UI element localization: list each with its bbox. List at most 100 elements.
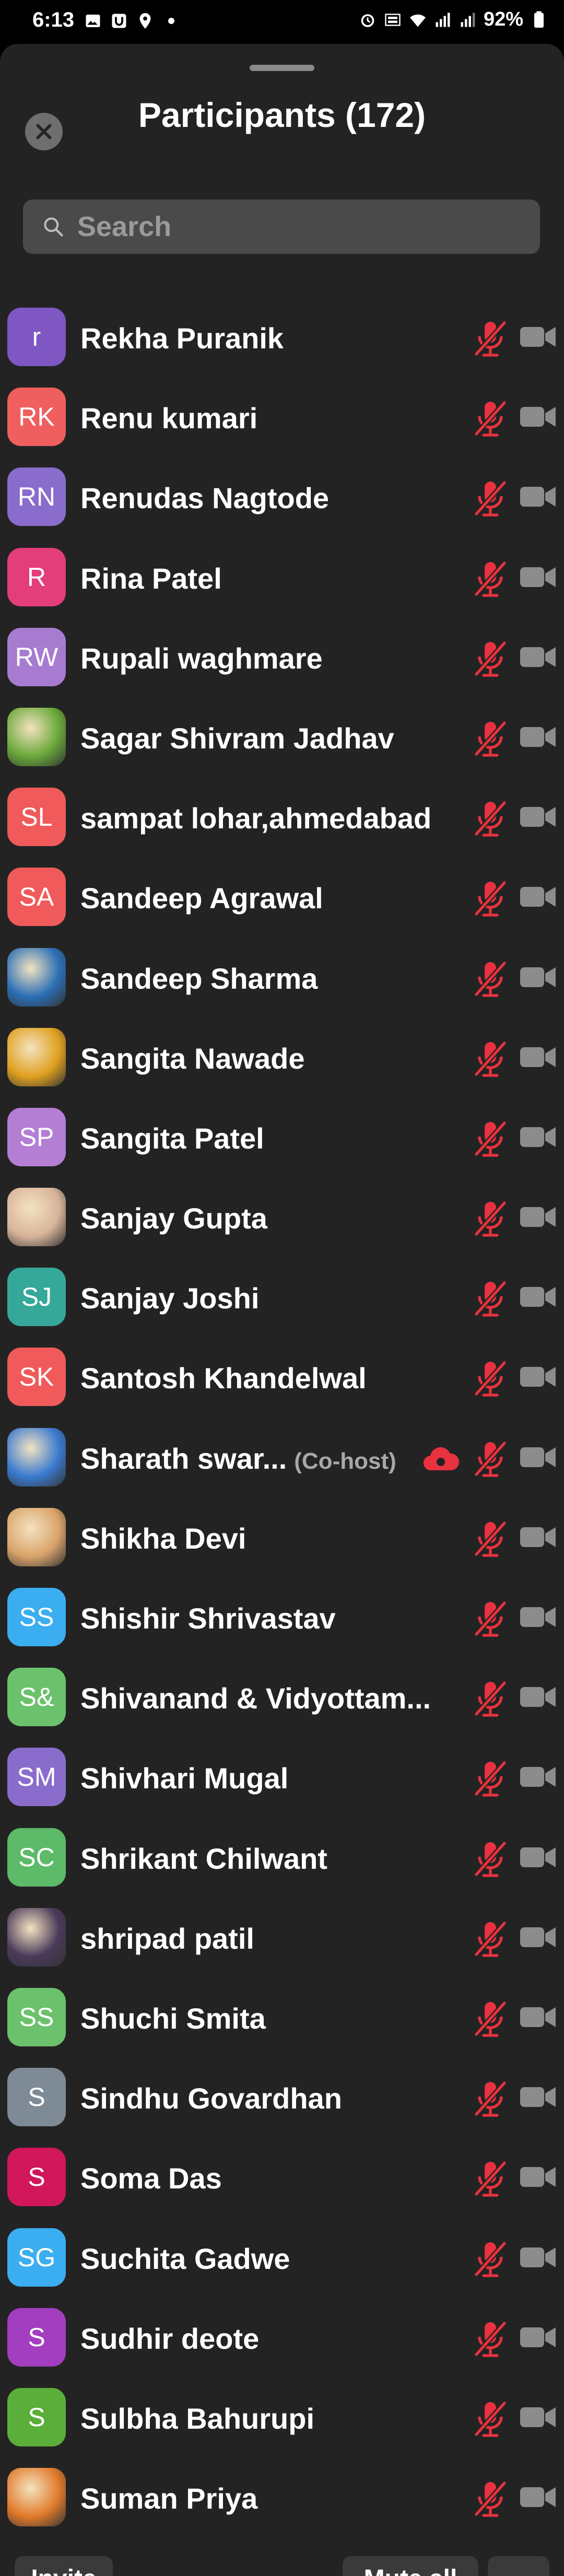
avatar: RK: [7, 388, 66, 447]
video-off-icon[interactable]: [519, 405, 557, 429]
mic-muted-icon[interactable]: [472, 1359, 509, 1398]
mic-muted-icon[interactable]: [472, 1919, 509, 1959]
video-off-icon[interactable]: [519, 1605, 557, 1629]
participant-row[interactable]: Suman Priya: [0, 2458, 564, 2538]
participant-row[interactable]: SC Shrikant Chilwant: [0, 1818, 564, 1898]
mic-muted-icon[interactable]: [472, 1039, 509, 1079]
participant-row[interactable]: Sangita Nawade: [0, 1018, 564, 1098]
video-off-icon[interactable]: [519, 1685, 557, 1709]
participant-row[interactable]: S& Shivanand & Vidyottam...: [0, 1658, 564, 1738]
close-button[interactable]: [25, 113, 63, 150]
video-off-icon[interactable]: [519, 1525, 557, 1549]
video-off-icon[interactable]: [519, 1285, 557, 1309]
participant-row[interactable]: SL sampat lohar,ahmedabad: [0, 778, 564, 858]
mic-muted-icon[interactable]: [472, 879, 509, 918]
participant-row[interactable]: Sagar Shivram Jadhav: [0, 698, 564, 778]
video-off-icon[interactable]: [519, 965, 557, 989]
participant-row[interactable]: R Rina Patel: [0, 538, 564, 618]
participant-row[interactable]: S Soma Das: [0, 2138, 564, 2218]
video-off-icon[interactable]: [519, 2005, 557, 2029]
video-off-icon[interactable]: [519, 1445, 557, 1469]
mic-muted-icon[interactable]: [472, 1519, 509, 1559]
participant-row[interactable]: SP Sangita Patel: [0, 1098, 564, 1178]
video-off-icon[interactable]: [519, 1045, 557, 1069]
participant-row[interactable]: RN Renudas Nagtode: [0, 458, 564, 537]
mic-muted-icon[interactable]: [472, 2079, 509, 2118]
video-off-icon[interactable]: [519, 2405, 557, 2429]
video-off-icon[interactable]: [519, 1845, 557, 1869]
mic-muted-icon[interactable]: [472, 2239, 509, 2279]
mic-muted-icon[interactable]: [472, 799, 509, 838]
participant-row[interactable]: S Sulbha Bahurupi: [0, 2378, 564, 2458]
battery-percent: 92%: [483, 8, 523, 30]
participant-row[interactable]: SA Sandeep Agrawal: [0, 858, 564, 938]
participant-row[interactable]: Shikha Devi: [0, 1498, 564, 1578]
mic-muted-icon[interactable]: [472, 1999, 509, 2039]
participant-row[interactable]: RW Rupali waghmare: [0, 618, 564, 698]
video-off-icon[interactable]: [519, 1365, 557, 1389]
mic-muted-icon[interactable]: [472, 1119, 509, 1158]
mic-muted-icon[interactable]: [472, 2319, 509, 2359]
participant-row[interactable]: SS Shuchi Smita: [0, 1978, 564, 2058]
mute-all-button[interactable]: Mute all: [343, 2556, 478, 2576]
participant-row[interactable]: SK Santosh Khandelwal: [0, 1338, 564, 1418]
participant-row[interactable]: SG Suchita Gadwe: [0, 2218, 564, 2298]
mic-muted-icon[interactable]: [472, 399, 509, 438]
mic-muted-icon[interactable]: [472, 639, 509, 678]
participant-name: Renudas Nagtode: [80, 481, 329, 515]
participant-row[interactable]: shripad patil: [0, 1898, 564, 1978]
mic-muted-icon[interactable]: [472, 1279, 509, 1318]
participant-row[interactable]: S Sudhir deote: [0, 2298, 564, 2378]
more-options-button[interactable]: ···: [488, 2556, 549, 2576]
video-off-icon[interactable]: [519, 2245, 557, 2269]
video-off-icon[interactable]: [519, 885, 557, 909]
avatar: SA: [7, 868, 66, 927]
mic-muted-icon[interactable]: [472, 319, 509, 358]
search-input[interactable]: [76, 210, 527, 243]
search-box[interactable]: [23, 200, 540, 254]
participant-name: shripad patil: [80, 1922, 254, 1956]
mic-muted-icon[interactable]: [472, 1679, 509, 1718]
video-off-icon[interactable]: [519, 2325, 557, 2349]
drag-handle[interactable]: [250, 65, 314, 71]
avatar-initials: SC: [18, 1842, 55, 1872]
video-off-icon[interactable]: [519, 1925, 557, 1949]
video-off-icon[interactable]: [519, 2165, 557, 2189]
mic-muted-icon[interactable]: [472, 1199, 509, 1238]
participant-row[interactable]: SM Shivhari Mugal: [0, 1738, 564, 1818]
mic-muted-icon[interactable]: [472, 2399, 509, 2439]
video-off-icon[interactable]: [519, 2485, 557, 2509]
video-off-icon[interactable]: [519, 645, 557, 669]
mic-muted-icon[interactable]: [472, 559, 509, 599]
volte-icon: [385, 13, 401, 26]
participant-row[interactable]: Sanjay Gupta: [0, 1178, 564, 1258]
video-off-icon[interactable]: [519, 805, 557, 829]
participant-row[interactable]: S Sindhu Govardhan: [0, 2058, 564, 2138]
participant-row[interactable]: RK Renu kumari: [0, 378, 564, 458]
participant-row[interactable]: SJ Sanjay Joshi: [0, 1258, 564, 1338]
mic-muted-icon[interactable]: [472, 1599, 509, 1638]
mic-muted-icon[interactable]: [472, 1839, 509, 1879]
video-off-icon[interactable]: [519, 1765, 557, 1789]
video-off-icon[interactable]: [519, 1125, 557, 1149]
mic-muted-icon[interactable]: [472, 959, 509, 999]
mic-muted-icon[interactable]: [472, 1439, 509, 1479]
video-off-icon[interactable]: [519, 1205, 557, 1229]
video-off-icon[interactable]: [519, 725, 557, 749]
participant-row[interactable]: SS Shishir Shrivastav: [0, 1578, 564, 1658]
video-off-icon[interactable]: [519, 325, 557, 349]
participant-name-text: Sagar Shivram Jadhav: [80, 721, 394, 755]
participant-row[interactable]: Sandeep Sharma: [0, 938, 564, 1018]
participant-row[interactable]: Sharath swar... (Co-host): [0, 1418, 564, 1498]
participant-row[interactable]: r Rekha Puranik: [0, 298, 564, 378]
video-off-icon[interactable]: [519, 485, 557, 509]
mic-muted-icon[interactable]: [472, 2159, 509, 2198]
mic-muted-icon[interactable]: [472, 1759, 509, 1798]
video-off-icon[interactable]: [519, 2085, 557, 2109]
video-off-icon[interactable]: [519, 565, 557, 589]
mic-muted-icon[interactable]: [472, 478, 509, 518]
invite-button[interactable]: Invite: [15, 2556, 113, 2576]
mic-muted-icon[interactable]: [472, 719, 509, 758]
avatar: S&: [7, 1668, 66, 1727]
mic-muted-icon[interactable]: [472, 2479, 509, 2519]
